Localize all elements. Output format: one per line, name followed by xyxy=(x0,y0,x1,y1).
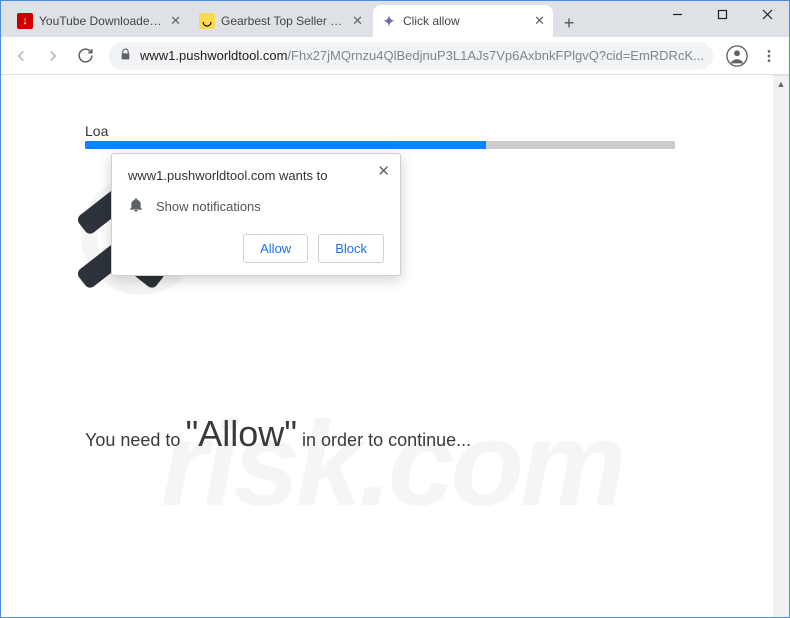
bookmark-star-icon[interactable] xyxy=(712,46,713,65)
minimize-button[interactable] xyxy=(655,0,700,28)
forward-button[interactable] xyxy=(39,42,67,70)
tab-title: YouTube Downloader - Do xyxy=(39,14,164,28)
popup-origin-text: www1.pushworldtool.com wants to xyxy=(128,168,384,183)
block-button[interactable]: Block xyxy=(318,234,384,263)
bell-icon xyxy=(128,197,144,216)
close-tab-icon[interactable]: ✕ xyxy=(534,13,545,29)
close-tab-icon[interactable]: ✕ xyxy=(352,13,363,29)
vertical-scrollbar[interactable]: ▲ xyxy=(773,75,789,617)
instruction-message: You need to "Allow" in order to continue… xyxy=(85,413,471,455)
loading-label: Loa xyxy=(85,123,108,139)
reload-button[interactable] xyxy=(71,42,99,70)
window-controls xyxy=(655,0,790,28)
close-tab-icon[interactable]: ✕ xyxy=(170,13,181,29)
notification-permission-popup: ✕ www1.pushworldtool.com wants to Show n… xyxy=(111,153,401,276)
lock-icon xyxy=(119,48,132,64)
address-bar[interactable]: www1.pushworldtool.com/Fhx27jMQrnzu4QlBe… xyxy=(109,42,713,70)
allow-button[interactable]: Allow xyxy=(243,234,308,263)
tab-click-allow[interactable]: ✦ Click allow ✕ xyxy=(373,5,553,37)
progress-bar xyxy=(85,141,675,149)
chrome-menu-button[interactable] xyxy=(755,42,783,70)
back-button[interactable] xyxy=(7,42,35,70)
url-text: www1.pushworldtool.com/Fhx27jMQrnzu4QlBe… xyxy=(140,48,704,63)
browser-toolbar: www1.pushworldtool.com/Fhx27jMQrnzu4QlBe… xyxy=(1,37,789,75)
maximize-button[interactable] xyxy=(700,0,745,28)
permission-row: Show notifications xyxy=(128,197,384,216)
new-tab-button[interactable]: + xyxy=(555,9,583,37)
progress-fill xyxy=(85,141,486,149)
page-content: PC risk.com Loa You need to "Allow" in o… xyxy=(1,75,789,617)
tab-title: Gearbest Top Seller - Dive xyxy=(221,14,346,28)
favicon-gearbest-icon: ◡ xyxy=(199,13,215,29)
close-window-button[interactable] xyxy=(745,0,790,28)
scroll-up-icon[interactable]: ▲ xyxy=(773,76,789,92)
favicon-youtube-icon: ↓ xyxy=(17,13,33,29)
popup-close-icon[interactable]: ✕ xyxy=(377,162,390,180)
tab-title: Click allow xyxy=(403,14,528,28)
favicon-clickallow-icon: ✦ xyxy=(381,13,397,29)
tab-youtube-downloader[interactable]: ↓ YouTube Downloader - Do ✕ xyxy=(9,5,189,37)
permission-label: Show notifications xyxy=(156,199,261,214)
profile-avatar-icon[interactable] xyxy=(723,42,751,70)
tab-gearbest[interactable]: ◡ Gearbest Top Seller - Dive ✕ xyxy=(191,5,371,37)
browser-window: ↓ YouTube Downloader - Do ✕ ◡ Gearbest T… xyxy=(0,0,790,618)
